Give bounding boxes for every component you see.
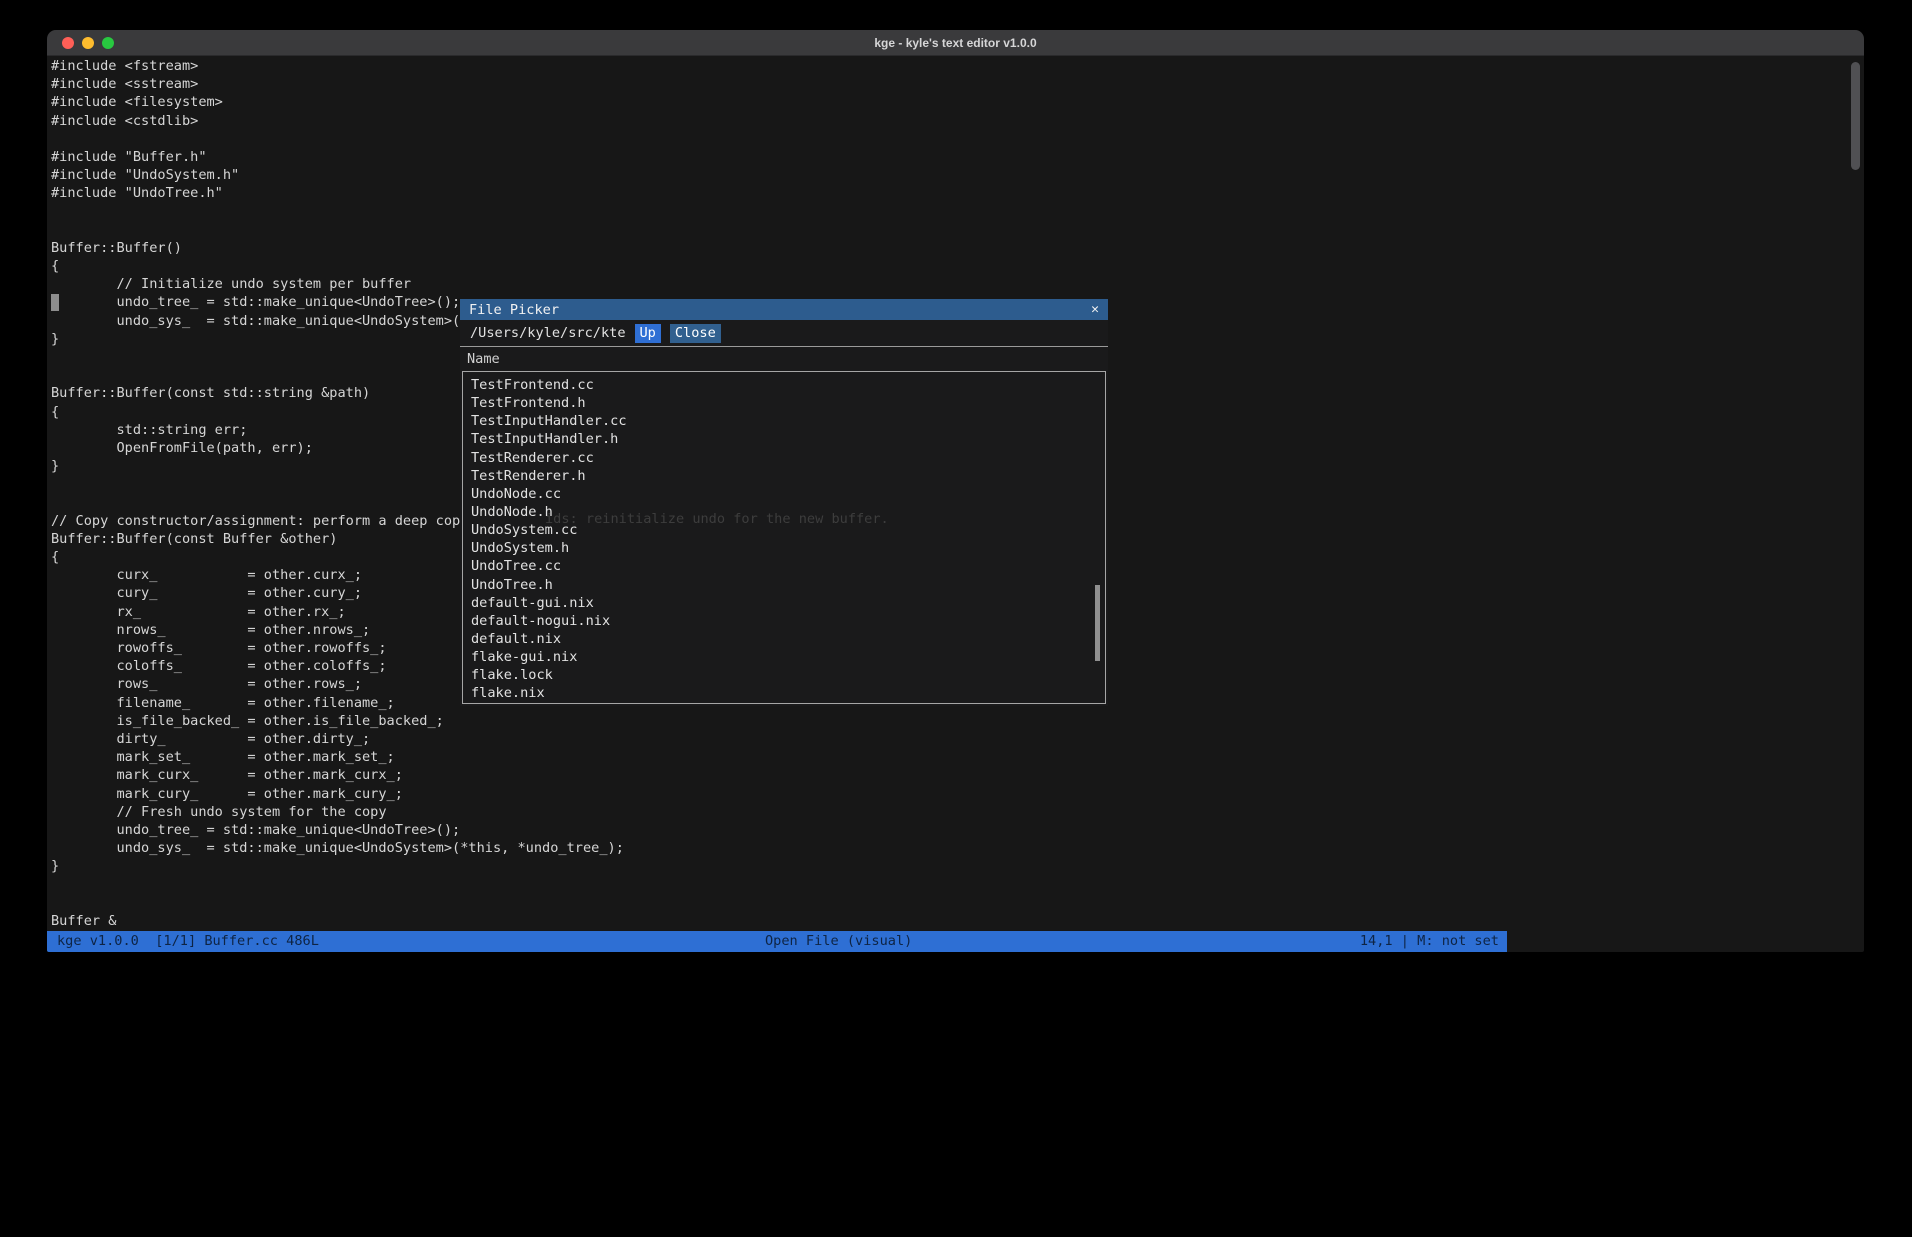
file-list-item[interactable]: UndoNode.h <box>463 503 1105 521</box>
window-controls <box>62 30 114 55</box>
zoom-window-button[interactable] <box>102 37 114 49</box>
code-line <box>51 875 624 893</box>
file-list-item[interactable]: flake.nix <box>463 684 1105 702</box>
file-picker-titlebar: File Picker ✕ <box>460 299 1108 320</box>
code-line <box>51 894 624 912</box>
code-line: // Initialize undo system per buffer <box>51 275 624 293</box>
window-title: kge - kyle's text editor v1.0.0 <box>874 36 1036 50</box>
code-line: dirty_ = other.dirty_; <box>51 730 624 748</box>
code-line: Buffer::Buffer() <box>51 239 624 257</box>
file-picker-title: File Picker <box>469 302 559 318</box>
code-line: mark_set_ = other.mark_set_; <box>51 748 624 766</box>
statusbar: kge v1.0.0 [1/1] Buffer.cc 486L Open Fil… <box>47 931 1507 952</box>
code-line: } <box>51 857 624 875</box>
code-line: Buffer & <box>51 912 624 930</box>
code-line: mark_cury_ = other.mark_cury_; <box>51 785 624 803</box>
code-line: // Fresh undo system for the copy <box>51 803 624 821</box>
code-line: #include <filesystem> <box>51 93 624 111</box>
file-list-item[interactable]: default.nix <box>463 630 1105 648</box>
file-list-item[interactable]: TestFrontend.h <box>463 394 1105 412</box>
code-line <box>51 221 624 239</box>
screen: { "window": { "title": "kge - kyle's tex… <box>0 0 1912 1237</box>
file-list-item[interactable]: flake.lock <box>463 666 1105 684</box>
up-button[interactable]: Up <box>635 324 661 343</box>
titlebar: kge - kyle's text editor v1.0.0 <box>47 30 1864 56</box>
file-list-item[interactable]: TestInputHandler.cc <box>463 412 1105 430</box>
file-list-item[interactable]: UndoSystem.cc <box>463 521 1105 539</box>
code-line <box>51 203 624 221</box>
path-row: /Users/kyle/src/kte Up Close <box>460 320 1108 347</box>
code-line: undo_tree_ = std::make_unique<UndoTree>(… <box>51 821 624 839</box>
code-line: #include "UndoTree.h" <box>51 184 624 202</box>
code-line: #include "UndoSystem.h" <box>51 166 624 184</box>
file-list-item[interactable]: UndoTree.cc <box>463 557 1105 575</box>
close-button[interactable]: Close <box>670 324 721 343</box>
statusbar-left: kge v1.0.0 [1/1] Buffer.cc 486L <box>57 931 319 952</box>
file-list-item[interactable]: TestRenderer.h <box>463 467 1105 485</box>
file-list-item[interactable]: UndoNode.cc <box>463 485 1105 503</box>
code-line: #include "Buffer.h" <box>51 148 624 166</box>
file-list-item[interactable]: UndoTree.h <box>463 576 1105 594</box>
code-line: is_file_backed_ = other.is_file_backed_; <box>51 712 624 730</box>
code-line: #include <fstream> <box>51 57 624 75</box>
file-list-item[interactable]: default-gui.nix <box>463 594 1105 612</box>
editor-scrollbar-thumb[interactable] <box>1851 62 1860 170</box>
code-line: { <box>51 257 624 275</box>
code-line: undo_sys_ = std::make_unique<UndoSystem>… <box>51 839 624 857</box>
cursor-block <box>51 294 59 311</box>
file-picker-dialog: File Picker ✕ /Users/kyle/src/kte Up Clo… <box>460 299 1108 706</box>
file-list-scrollbar-thumb[interactable] <box>1095 585 1100 661</box>
code-line <box>51 130 624 148</box>
statusbar-position: 14,1 | M: not set <box>1360 931 1499 952</box>
file-list-item[interactable]: UndoSystem.h <box>463 539 1105 557</box>
dialog-close-button[interactable]: ✕ <box>1091 302 1099 317</box>
file-list-item[interactable]: TestRenderer.cc <box>463 449 1105 467</box>
minimize-window-button[interactable] <box>82 37 94 49</box>
file-list-item[interactable]: flake-gui.nix <box>463 648 1105 666</box>
code-line: #include <sstream> <box>51 75 624 93</box>
editor-window: kge - kyle's text editor v1.0.0 #include… <box>47 30 1864 952</box>
code-line: #include <cstdlib> <box>51 112 624 130</box>
statusbar-mode: Open File (visual) <box>765 931 912 952</box>
column-header-name: Name <box>460 347 1108 370</box>
file-list-item[interactable]: TestFrontend.cc <box>463 376 1105 394</box>
file-list-item[interactable]: TestInputHandler.h <box>463 430 1105 448</box>
file-list-item[interactable]: default-nogui.nix <box>463 612 1105 630</box>
current-path: /Users/kyle/src/kte <box>470 325 626 341</box>
close-window-button[interactable] <box>62 37 74 49</box>
file-list: TestFrontend.ccTestFrontend.hTestInputHa… <box>462 371 1106 704</box>
code-line: mark_curx_ = other.mark_curx_; <box>51 766 624 784</box>
